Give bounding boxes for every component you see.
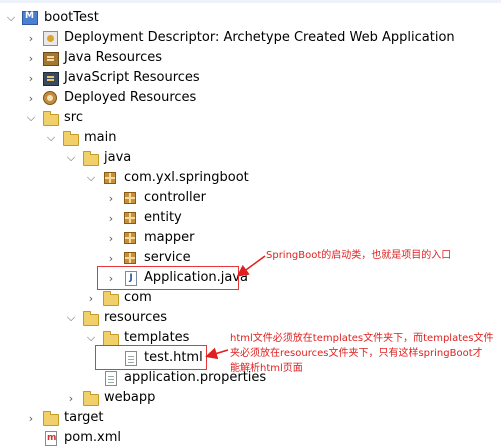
- annotation-arrows: [205, 255, 266, 360]
- application-annotation: SpringBoot的启动类，也就是项目的入口: [266, 250, 452, 261]
- arrow-to-test-html: [205, 347, 229, 360]
- html-annotation: html文件必须放在templates文件夹下，而templates文件 夹必须…: [230, 331, 500, 376]
- html-annotation-line: html文件必须放在templates文件夹下，而templates文件: [230, 333, 494, 344]
- html-annotation-line: 能解析html页面: [230, 363, 303, 374]
- html-annotation-line: 夹必须放在resources文件夹下，只有这样springBoot才: [230, 348, 483, 359]
- arrow-to-application: [236, 255, 266, 277]
